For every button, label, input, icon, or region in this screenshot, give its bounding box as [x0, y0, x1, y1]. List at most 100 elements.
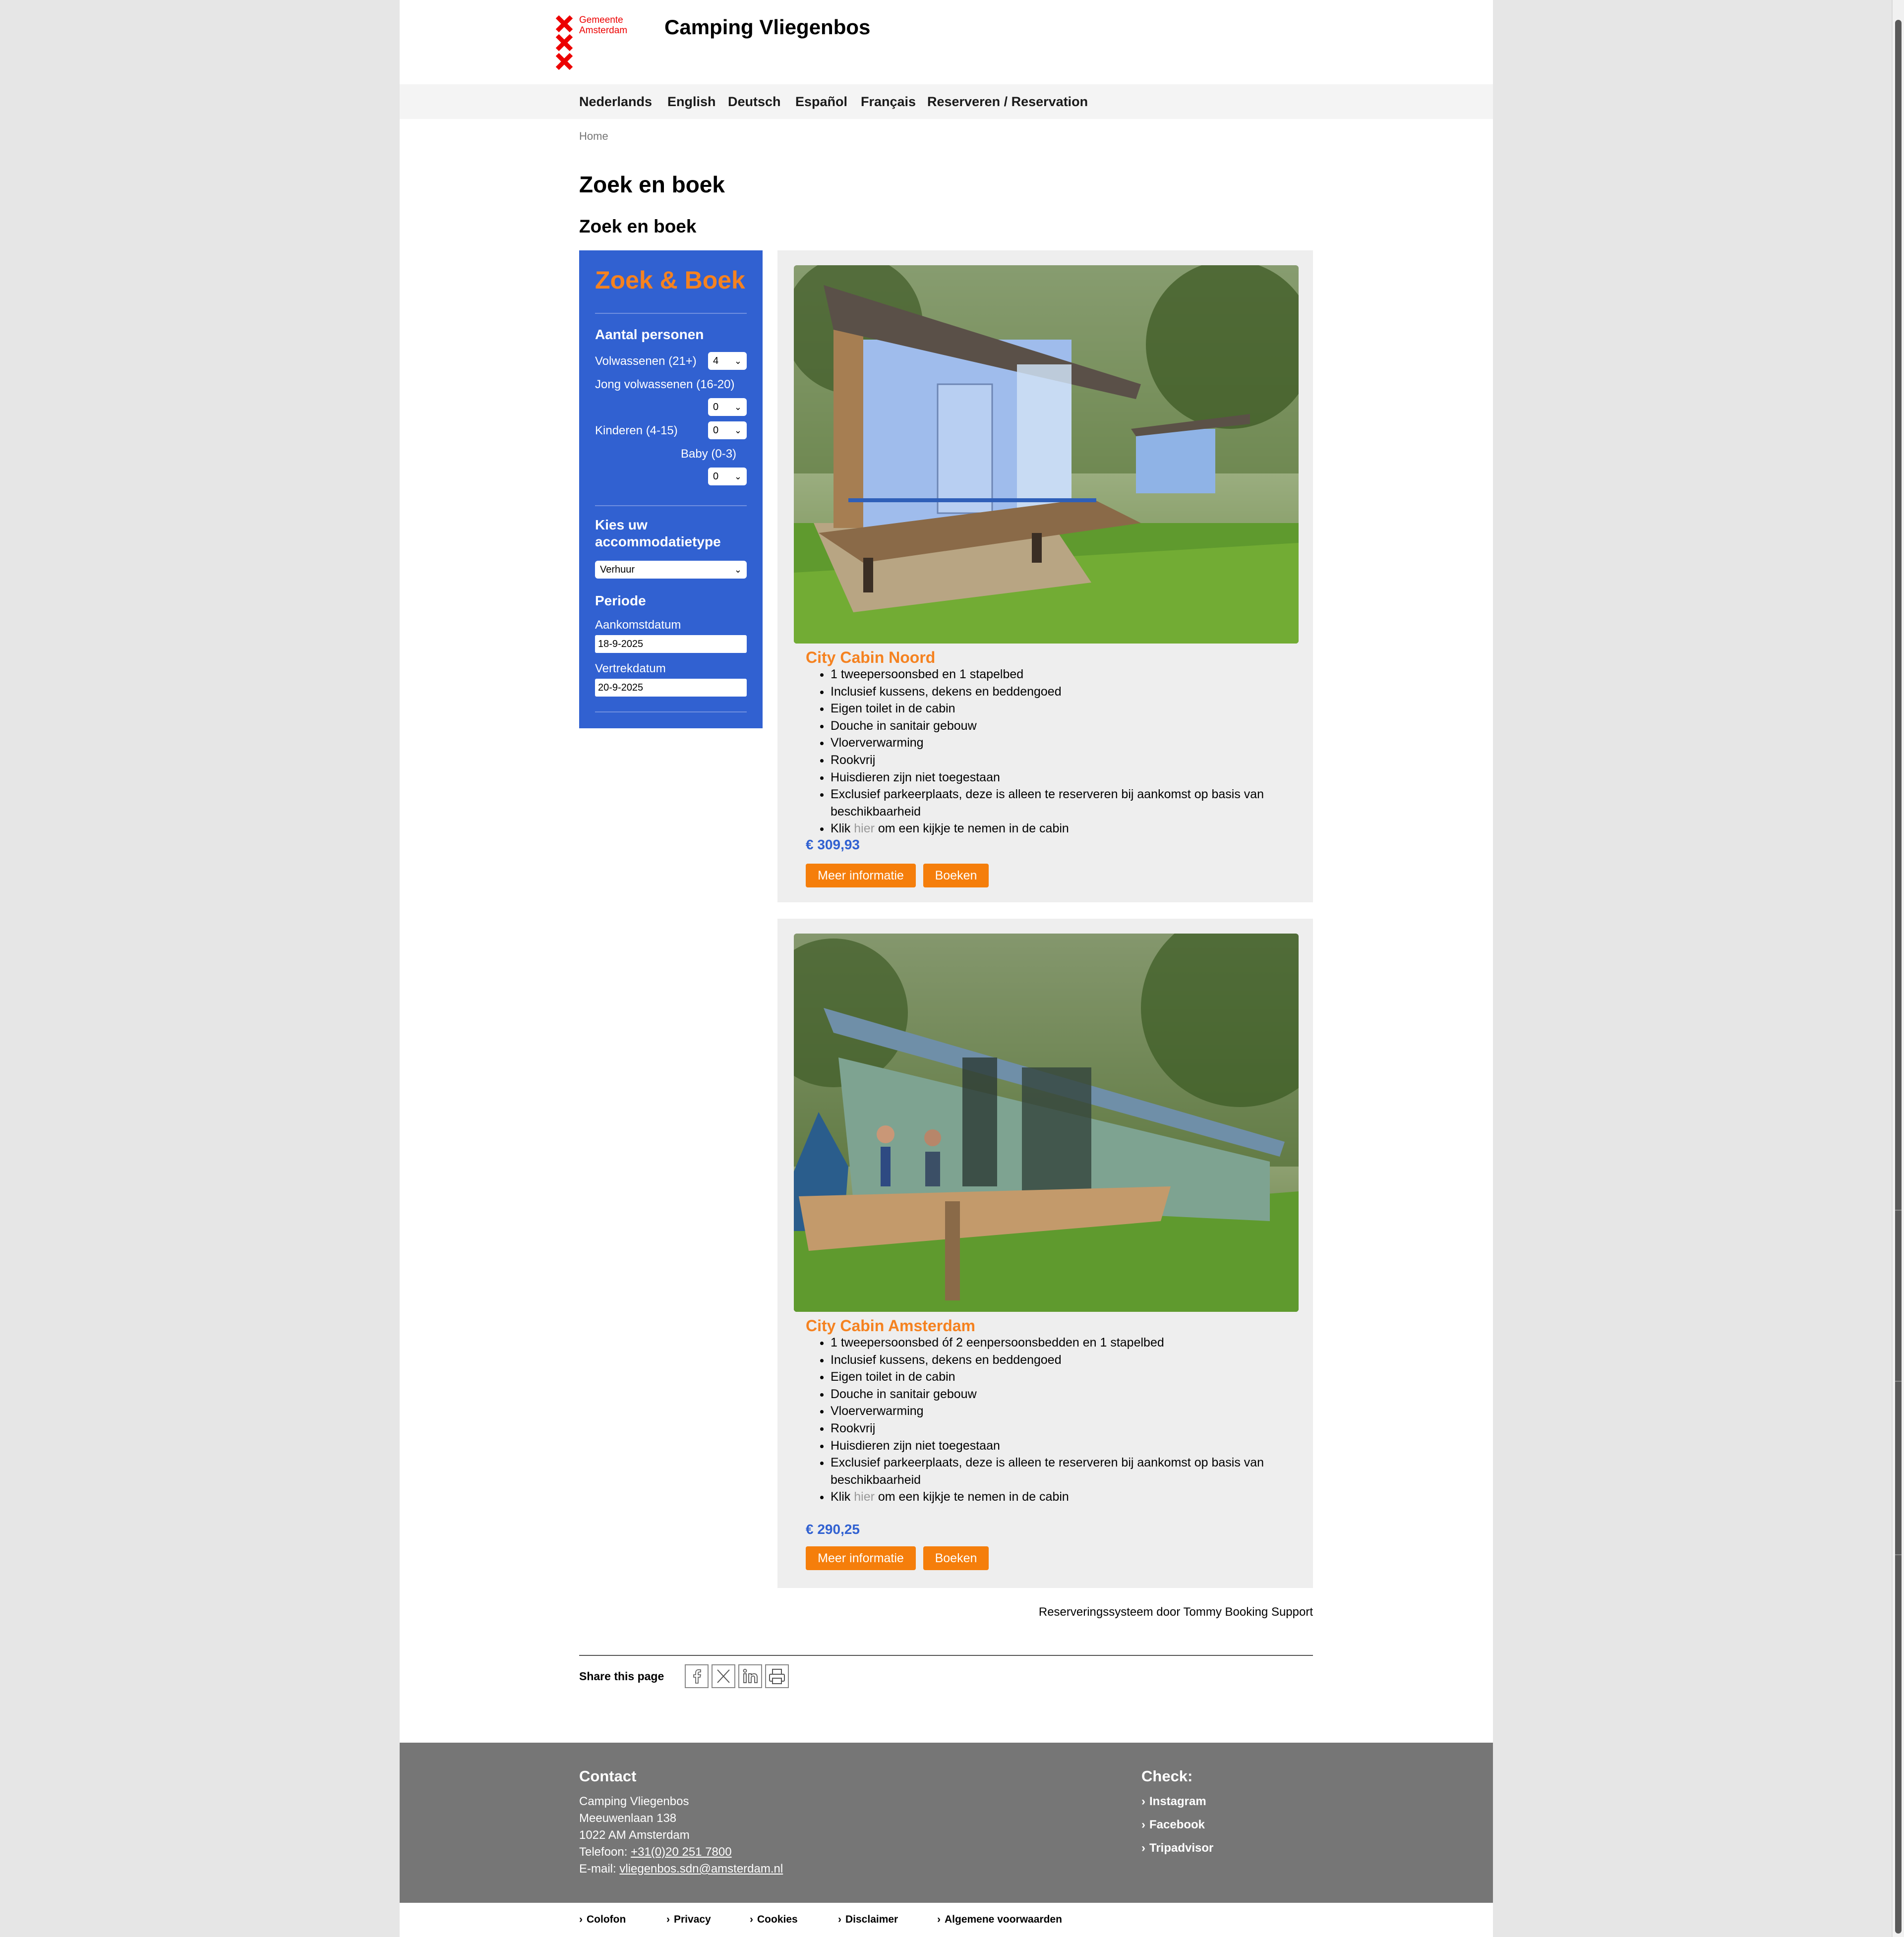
- privacy-link[interactable]: › Privacy: [666, 1914, 711, 1926]
- scrollbar-marker: [1895, 1554, 1902, 1555]
- nav-item-nederlands[interactable]: Nederlands: [579, 94, 652, 109]
- chevron-right-icon: ›: [1141, 1795, 1145, 1808]
- contact-email-line: E-mail: vliegenbos.sdn@amsterdam.nl: [579, 1861, 783, 1878]
- chevron-right-icon: ›: [1141, 1818, 1145, 1831]
- list-item: Exclusief parkeerplaats, deze is alleen …: [831, 1454, 1307, 1488]
- adults-select[interactable]: 4 ⌄: [708, 352, 747, 370]
- period-heading: Periode: [595, 593, 646, 608]
- page-scrollbar[interactable]: [1892, 0, 1904, 1937]
- contact-line: Meeuwenlaan 138: [579, 1812, 677, 1825]
- chevron-right-icon: ›: [579, 1914, 583, 1925]
- x-icon[interactable]: [712, 1664, 735, 1688]
- phone-link[interactable]: +31(0)20 251 7800: [631, 1845, 732, 1859]
- accommodation-select-value: Verhuur: [600, 564, 635, 575]
- young-adults-select-value: 0: [713, 402, 719, 412]
- feature-list: 1 tweepersoonsbed óf 2 eenpersoonsbedden…: [806, 1334, 1307, 1506]
- site-title[interactable]: Camping Vliegenbos: [664, 15, 870, 40]
- feature-list: 1 tweepersoonsbed en 1 stapelbed Inclusi…: [806, 666, 1307, 837]
- card-title[interactable]: City Cabin Amsterdam: [806, 1316, 975, 1335]
- list-item: Inclusief kussens, dekens en beddengoed: [831, 1351, 1307, 1369]
- search-panel: Zoek & Boek Aantal personen Volwassenen …: [579, 250, 763, 728]
- breadcrumb-home[interactable]: Home: [579, 130, 608, 143]
- chevron-down-icon: ⌄: [734, 402, 742, 412]
- accommodation-heading: Kies uw accommodatietype: [595, 517, 721, 549]
- cabin-amsterdam-photo[interactable]: [794, 934, 1299, 1312]
- chevron-right-icon: ›: [838, 1914, 841, 1925]
- list-item: 1 tweepersoonsbed óf 2 eenpersoonsbedden…: [831, 1334, 1307, 1351]
- language-nav: Nederlands English Deutsch Español Franç…: [400, 84, 1493, 119]
- linkedin-icon[interactable]: [738, 1664, 762, 1688]
- list-item: Huisdieren zijn niet toegestaan: [831, 1437, 1307, 1455]
- baby-select[interactable]: 0 ⌄: [708, 468, 747, 485]
- nav-item-english[interactable]: English: [667, 94, 716, 109]
- more-info-button[interactable]: Meer informatie: [806, 1546, 916, 1570]
- print-icon[interactable]: [765, 1664, 789, 1688]
- nav-item-reserveren[interactable]: Reserveren / Reservation: [927, 94, 1088, 109]
- cabin-noord-photo[interactable]: [794, 265, 1299, 644]
- email-link[interactable]: vliegenbos.sdn@amsterdam.nl: [619, 1862, 783, 1876]
- adults-select-value: 4: [713, 355, 719, 366]
- arrival-label: Aankomstdatum: [595, 618, 681, 632]
- contact-line: Camping Vliegenbos: [579, 1795, 689, 1808]
- cookies-link-label: Cookies: [757, 1914, 798, 1925]
- klik-suffix: om een kijkje te nemen in de cabin: [874, 822, 1069, 836]
- list-item: Rookvrij: [831, 1420, 1307, 1437]
- instagram-link[interactable]: › Instagram: [1141, 1793, 1206, 1810]
- persons-heading: Aantal personen: [595, 327, 704, 342]
- arrival-date-input[interactable]: 18-9-2025: [595, 635, 747, 653]
- cabin-view-link[interactable]: hier: [854, 1490, 875, 1504]
- list-item: Eigen toilet in de cabin: [831, 1368, 1307, 1386]
- facebook-icon[interactable]: [685, 1664, 709, 1688]
- scrollbar-marker: [1895, 1381, 1902, 1382]
- terms-link[interactable]: › Algemene voorwaarden: [937, 1914, 1062, 1926]
- disclaimer-link[interactable]: › Disclaimer: [838, 1914, 898, 1926]
- nav-item-francais[interactable]: Français: [861, 94, 916, 109]
- tripadvisor-link[interactable]: › Tripadvisor: [1141, 1840, 1213, 1857]
- list-item: Eigen toilet in de cabin: [831, 700, 1307, 717]
- cookies-link[interactable]: › Cookies: [750, 1914, 798, 1926]
- facebook-link[interactable]: › Facebook: [1141, 1817, 1205, 1833]
- book-button[interactable]: Boeken: [923, 864, 989, 887]
- page-title: Zoek en boek: [579, 172, 725, 197]
- accommodation-card: City Cabin Amsterdam 1 tweepersoonsbed ó…: [777, 919, 1313, 1588]
- chevron-right-icon: ›: [666, 1914, 670, 1925]
- more-info-button[interactable]: Meer informatie: [806, 864, 916, 887]
- scrollbar-marker: [1895, 1210, 1902, 1211]
- share-label: Share this page: [579, 1670, 664, 1683]
- klik-prefix: Klik: [831, 1490, 854, 1504]
- list-item: Vloerverwarming: [831, 1403, 1307, 1420]
- klik-suffix: om een kijkje te nemen in de cabin: [874, 1490, 1069, 1504]
- children-label: Kinderen (4-15): [595, 424, 678, 437]
- amsterdam-logo-icon[interactable]: [554, 15, 574, 70]
- scrollbar-thumb[interactable]: [1895, 20, 1902, 1934]
- adults-label: Volwassenen (21+): [595, 354, 697, 368]
- chevron-down-icon: ⌄: [734, 565, 742, 575]
- accommodation-select[interactable]: Verhuur ⌄: [595, 561, 747, 579]
- card-title[interactable]: City Cabin Noord: [806, 648, 935, 667]
- children-select-value: 0: [713, 425, 719, 436]
- logo-text-line-1: Gemeente: [579, 15, 623, 25]
- cabin-view-link[interactable]: hier: [854, 822, 875, 835]
- list-item: Vloerverwarming: [831, 734, 1307, 752]
- nav-item-espanol[interactable]: Español: [795, 94, 847, 109]
- divider: [579, 1655, 1313, 1656]
- contact-line: 1022 AM Amsterdam: [579, 1828, 690, 1842]
- young-adults-select[interactable]: 0 ⌄: [708, 398, 747, 416]
- list-item: Exclusief parkeerplaats, deze is alleen …: [831, 786, 1307, 820]
- list-item: Klik hier om een kijkje te nemen in de c…: [831, 820, 1307, 837]
- children-select[interactable]: 0 ⌄: [708, 421, 747, 439]
- instagram-link-label: Instagram: [1149, 1795, 1206, 1808]
- phone-prefix: Telefoon:: [579, 1845, 631, 1859]
- book-button[interactable]: Boeken: [923, 1546, 989, 1570]
- tripadvisor-link-label: Tripadvisor: [1149, 1841, 1214, 1855]
- colofon-link[interactable]: › Colofon: [579, 1914, 626, 1926]
- baby-select-value: 0: [713, 471, 719, 482]
- chevron-right-icon: ›: [750, 1914, 753, 1925]
- nav-item-deutsch[interactable]: Deutsch: [728, 94, 781, 109]
- departure-date-input[interactable]: 20-9-2025: [595, 679, 747, 697]
- footer: Contact Camping Vliegenbos Meeuwenlaan 1…: [400, 1743, 1493, 1903]
- terms-link-label: Algemene voorwaarden: [945, 1914, 1062, 1925]
- list-item: Klik hier om een kijkje te nemen in de c…: [831, 1488, 1307, 1506]
- chevron-right-icon: ›: [937, 1914, 941, 1925]
- search-title: Zoek & Boek: [595, 266, 745, 294]
